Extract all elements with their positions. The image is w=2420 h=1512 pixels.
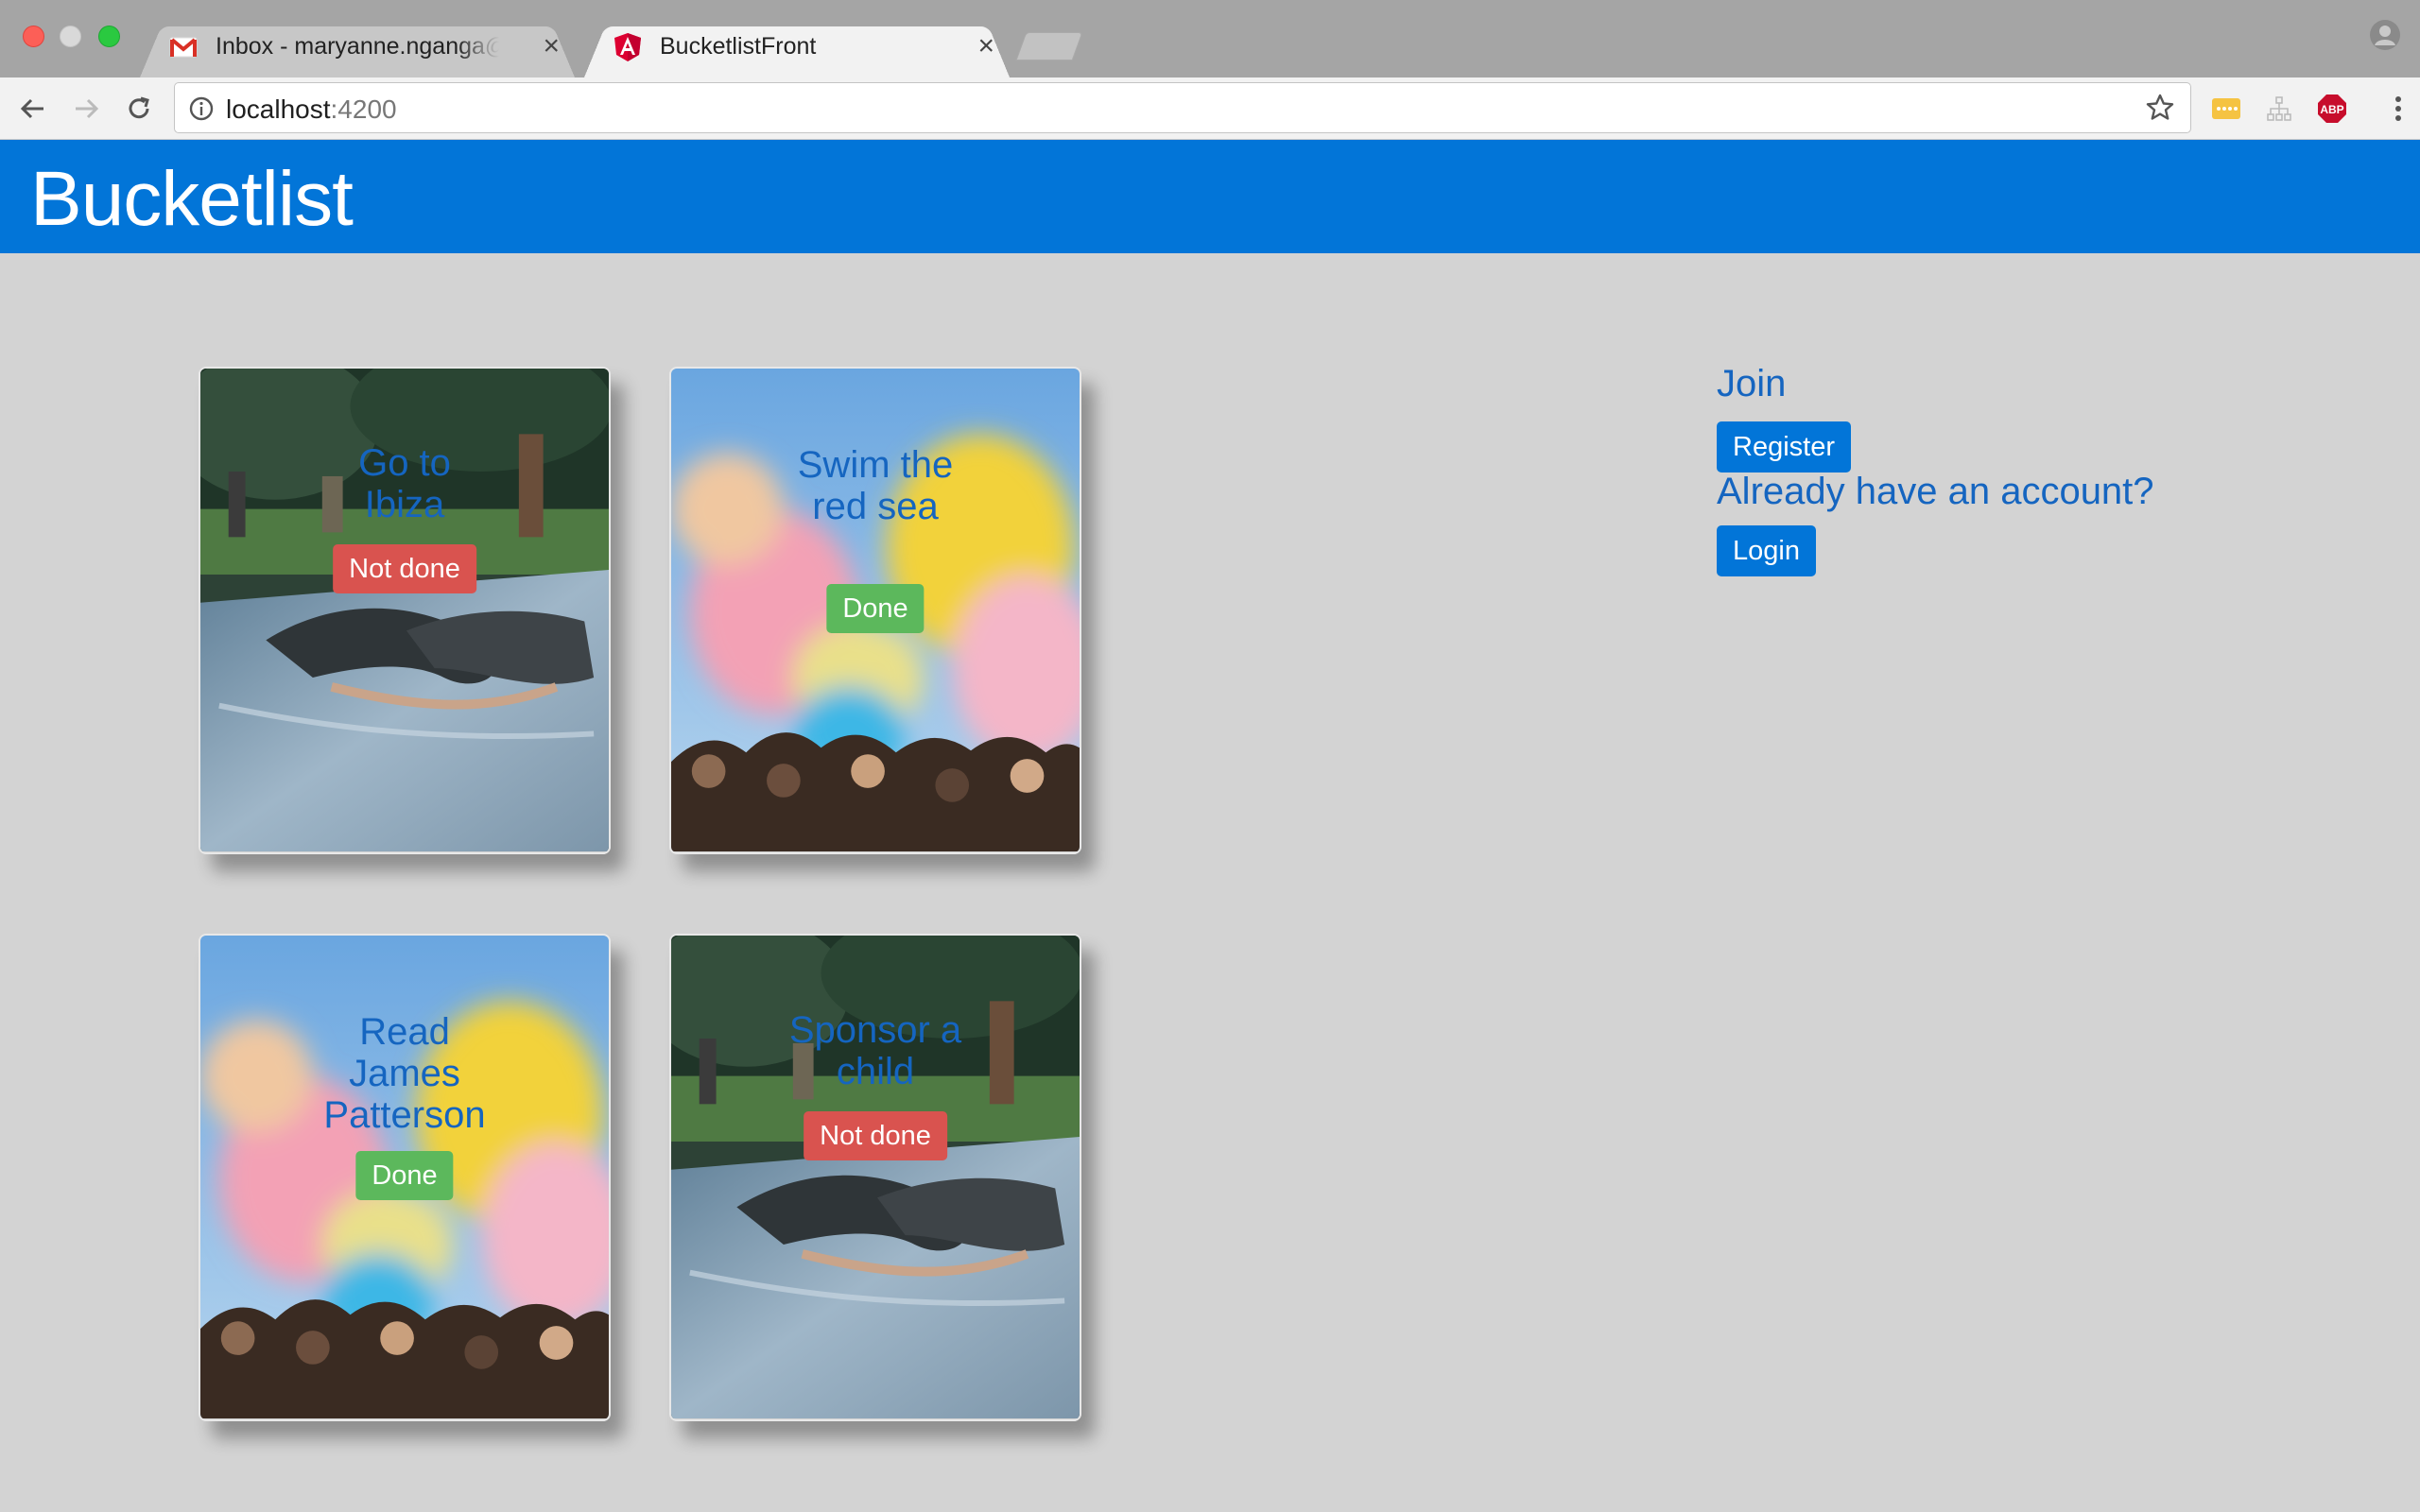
account-heading: Already have an account? [1717, 471, 2154, 512]
password-manager-extension-icon[interactable] [2210, 93, 2242, 125]
bookmark-star-icon[interactable] [2145, 93, 2175, 123]
window-close-button[interactable] [23, 26, 44, 47]
gmail-icon [169, 37, 198, 58]
forward-arrow-icon[interactable] [68, 91, 104, 127]
bucketlist-card[interactable]: Swim the red sea Done [669, 367, 1081, 854]
register-button[interactable]: Register [1717, 421, 1851, 472]
waterslide-photo [200, 369, 609, 852]
url-text[interactable]: localhost:4200 [226, 94, 397, 125]
status-badge[interactable]: Not done [333, 544, 476, 593]
tab-close-icon[interactable]: × [977, 30, 994, 62]
tab-close-icon[interactable]: × [543, 30, 560, 62]
svg-text:ABP: ABP [2320, 103, 2343, 116]
app-header: Bucketlist [0, 140, 2420, 253]
waterslide-photo [671, 936, 1080, 1419]
app-title: Bucketlist [30, 156, 354, 242]
status-badge[interactable]: Not done [804, 1111, 947, 1160]
login-button[interactable]: Login [1717, 525, 1816, 576]
bucketlist-card[interactable]: Sponsor a child Not done [669, 934, 1081, 1421]
auth-panel: Join Register Already have an account? L… [1717, 363, 2154, 576]
tab-title: BucketlistFront [660, 33, 817, 60]
window-minimize-button[interactable] [60, 26, 81, 47]
browser-tab-bucketlist[interactable]: BucketlistFront × [584, 17, 1010, 77]
address-bar[interactable]: localhost:4200 [174, 82, 2191, 133]
tab-title: Inbox - maryanne.nganga@andela.com [216, 33, 499, 60]
card-title: Go to Ibiza [358, 442, 451, 525]
profile-icon[interactable] [2369, 19, 2401, 51]
status-badge[interactable]: Done [826, 584, 925, 633]
back-arrow-icon[interactable] [15, 91, 51, 127]
card-title: Swim the red sea [797, 444, 954, 527]
bucketlist-card[interactable]: Go to Ibiza Not done [199, 367, 611, 854]
status-badge[interactable]: Done [355, 1151, 454, 1200]
info-icon[interactable] [188, 95, 215, 122]
window-maximize-button[interactable] [98, 26, 120, 47]
adblock-plus-icon[interactable]: ABP [2316, 93, 2348, 125]
browser-toolbar: localhost:4200 ABP [0, 77, 2420, 140]
card-title: Sponsor a child [788, 1009, 962, 1092]
angular-icon [614, 33, 641, 61]
new-tab-button[interactable] [1015, 32, 1083, 60]
browser-titlebar: Inbox - maryanne.nganga@andela.com × Buc… [0, 0, 2420, 77]
bucketlist-card[interactable]: Read James Patterson Done [199, 934, 611, 1421]
browser-tab-inbox[interactable]: Inbox - maryanne.nganga@andela.com × [140, 17, 575, 77]
reload-icon[interactable] [121, 91, 157, 127]
sitemap-extension-icon[interactable] [2263, 93, 2295, 125]
browser-menu-icon[interactable] [2392, 93, 2405, 125]
join-heading: Join [1717, 363, 1787, 404]
card-title: Read James Patterson [323, 1011, 486, 1136]
